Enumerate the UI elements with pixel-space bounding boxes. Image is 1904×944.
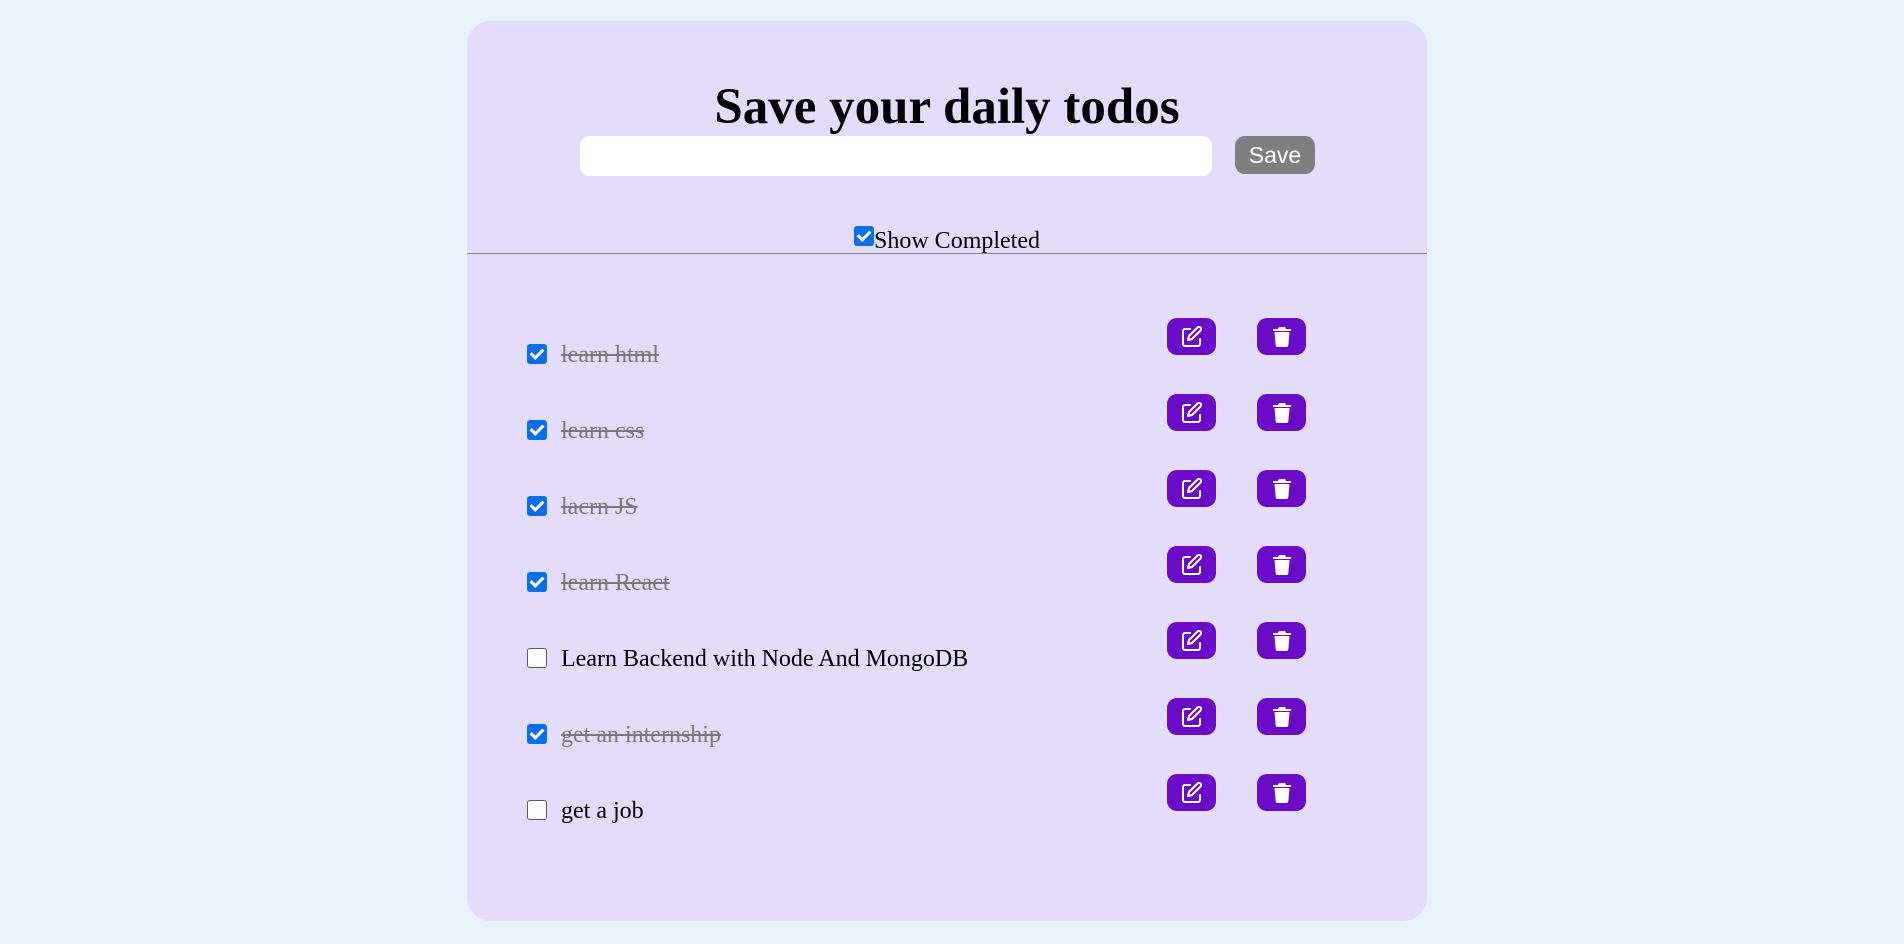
todo-checkbox[interactable] [527,648,547,668]
edit-button[interactable] [1167,546,1216,583]
edit-icon [1181,477,1202,499]
edit-button[interactable] [1167,774,1216,811]
delete-button[interactable] [1257,622,1306,659]
edit-icon [1181,781,1202,803]
edit-icon [1181,401,1202,423]
edit-button[interactable] [1167,394,1216,431]
todo-text: get a job [561,798,644,824]
todo-item: get a job [467,774,1427,834]
trash-icon [1272,478,1291,499]
edit-button[interactable] [1167,698,1216,735]
trash-icon [1272,554,1291,575]
delete-button[interactable] [1257,318,1306,355]
todo-checkbox[interactable] [527,344,547,364]
todo-card: Save your daily todos Save Show Complete… [467,21,1427,921]
todo-item: learn React [467,546,1427,606]
edit-button[interactable] [1167,622,1216,659]
edit-icon [1181,325,1202,347]
edit-button[interactable] [1167,318,1216,355]
todo-text: learn css [561,418,645,444]
show-completed-toggle[interactable]: Show Completed [467,226,1427,256]
todo-text: Learn Backend with Node And MongoDB [561,646,969,672]
todo-item: Learn Backend with Node And MongoDB [467,622,1427,682]
edit-icon [1181,705,1202,727]
show-completed-checkbox[interactable] [854,226,874,246]
delete-button[interactable] [1257,546,1306,583]
save-button[interactable]: Save [1235,136,1315,174]
delete-button[interactable] [1257,394,1306,431]
todo-checkbox[interactable] [527,420,547,440]
todo-checkbox[interactable] [527,800,547,820]
trash-icon [1272,782,1291,803]
todo-checkbox[interactable] [527,572,547,592]
todo-item: learn html [467,318,1427,378]
page-title: Save your daily todos [714,79,1180,135]
delete-button[interactable] [1257,774,1306,811]
trash-icon [1272,706,1291,727]
show-completed-label: Show Completed [874,228,1040,254]
todo-item: lacrn JS [467,470,1427,530]
todo-item: get an internship [467,698,1427,758]
delete-button[interactable] [1257,698,1306,735]
edit-icon [1181,553,1202,575]
divider [467,253,1427,254]
todo-item: learn css [467,394,1427,454]
todo-text: lacrn JS [561,494,638,520]
edit-button[interactable] [1167,470,1216,507]
todo-checkbox[interactable] [527,724,547,744]
todo-text: get an internship [561,722,721,748]
todo-text: learn React [561,570,670,596]
delete-button[interactable] [1257,470,1306,507]
edit-icon [1181,629,1202,651]
trash-icon [1272,630,1291,651]
trash-icon [1272,402,1291,423]
trash-icon [1272,326,1291,347]
todo-checkbox[interactable] [527,496,547,516]
todo-input[interactable] [580,136,1212,176]
todo-text: learn html [561,342,659,368]
